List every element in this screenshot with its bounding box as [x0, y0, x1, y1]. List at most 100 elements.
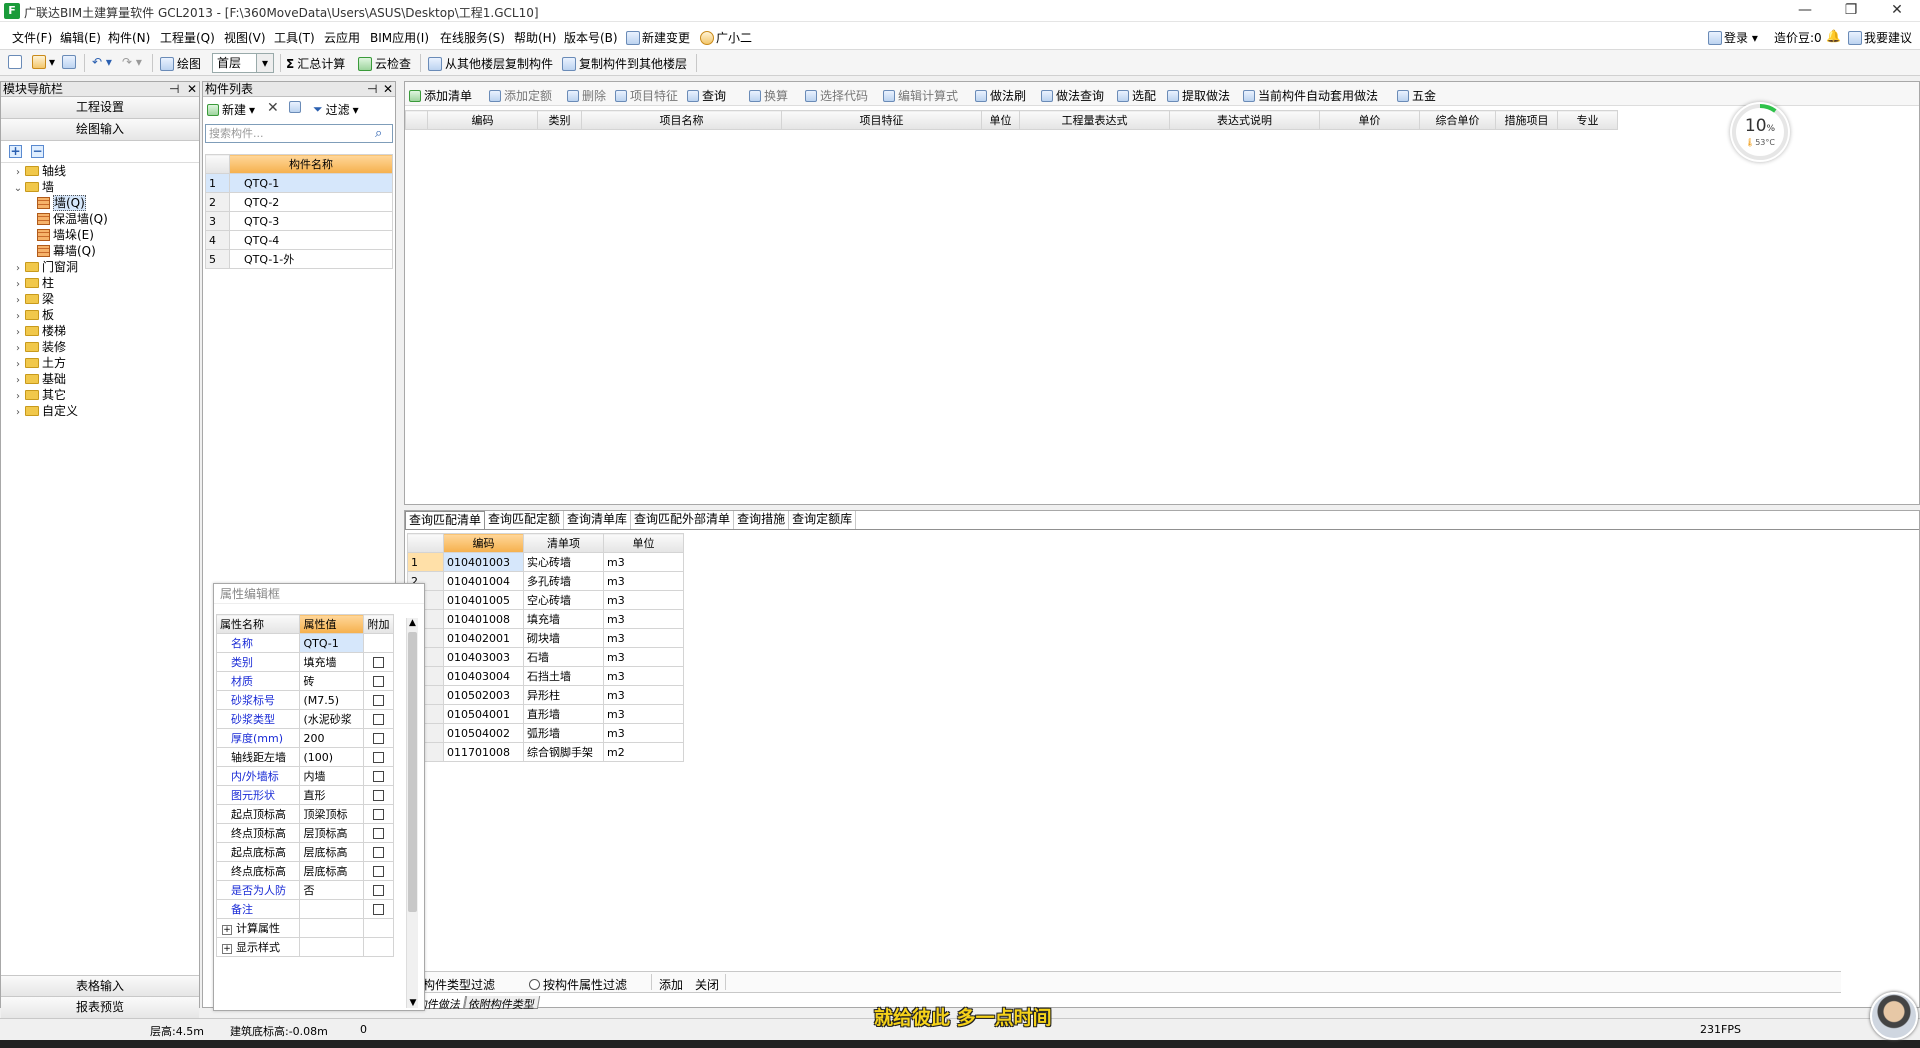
method-col-header[interactable]: 单价 [1319, 110, 1420, 130]
checkbox[interactable] [373, 847, 385, 858]
property-row[interactable]: 内/外墙标 内墙 [215, 766, 394, 786]
menu-cloud[interactable]: 云应用 [324, 29, 360, 46]
draw-button[interactable]: 绘图 [160, 55, 201, 72]
suggest-button[interactable]: 我要建议 [1848, 29, 1912, 46]
property-value-cell[interactable] [299, 937, 365, 957]
expand-all-icon[interactable]: + [9, 145, 22, 158]
unit-cell[interactable]: m3 [603, 552, 684, 572]
new-component-button[interactable]: 新建 ▾ [207, 101, 255, 118]
query-row[interactable]: 3010401005空心砖墙m3 [407, 590, 684, 610]
item-cell[interactable]: 直形墙 [523, 704, 604, 724]
item-cell[interactable]: 石墙 [523, 647, 604, 667]
component-row[interactable]: 3 QTQ-3 [205, 211, 393, 231]
method-col-header[interactable]: 项目特征 [781, 110, 982, 130]
method-col-header[interactable]: 编码 [427, 110, 538, 130]
property-value-cell[interactable]: 层顶标高 [299, 823, 365, 843]
tree-item[interactable]: › 柱 [13, 275, 54, 291]
component-name-cell[interactable]: QTQ-1 [229, 173, 393, 193]
code-cell[interactable]: 010401005 [443, 590, 524, 610]
property-value-cell[interactable]: 顶梁顶标 [299, 804, 365, 824]
copy-from-floor-button[interactable]: 从其他楼层复制构件 [428, 55, 553, 72]
menu-new-change[interactable]: 新建变更 [626, 29, 690, 46]
project-settings-button[interactable]: 工程设置 [1, 97, 199, 119]
property-row[interactable]: 起点底标高 层底标高 [215, 842, 394, 862]
chevron-right-icon[interactable]: › [13, 405, 23, 421]
property-value-cell[interactable]: 直形 [299, 785, 365, 805]
component-row[interactable]: 4 QTQ-4 [205, 230, 393, 250]
property-row[interactable]: 是否为人防否 [215, 880, 394, 900]
query-tab[interactable]: 查询措施 [734, 511, 790, 529]
menu-help[interactable]: 帮助(H) [514, 29, 556, 46]
query-row[interactable]: 9010504001直形墙m3 [407, 704, 684, 724]
checkbox[interactable] [373, 866, 385, 877]
method-tool-7[interactable]: 编辑计算式 [883, 87, 958, 104]
component-search-input[interactable]: 搜索构件... [205, 124, 393, 143]
method-tool-5[interactable]: 换算 [749, 87, 788, 104]
method-tool-4[interactable]: 查询 [687, 87, 726, 104]
tree-item[interactable]: › 其它 [13, 387, 66, 403]
minimize-button[interactable]: — [1782, 0, 1828, 22]
tree-item[interactable]: 幕墙(Q) [37, 243, 96, 259]
item-cell[interactable]: 多孔砖墙 [523, 571, 604, 591]
checkbox[interactable] [373, 714, 385, 725]
save-icon[interactable] [62, 55, 76, 69]
method-col-header[interactable]: 工程量表达式 [1019, 110, 1170, 130]
tree-item[interactable]: › 土方 [13, 355, 66, 371]
item-cell[interactable]: 弧形墙 [523, 723, 604, 743]
unit-cell[interactable]: m3 [603, 647, 684, 667]
code-cell[interactable]: 010403003 [443, 647, 524, 667]
expand-plus-icon[interactable]: + [222, 925, 232, 935]
tree-item[interactable]: › 基础 [13, 371, 66, 387]
menu-tools[interactable]: 工具(T) [274, 29, 315, 46]
code-cell[interactable]: 010401003 [443, 552, 524, 572]
method-col-header[interactable]: 单位 [981, 110, 1020, 130]
query-tab[interactable]: 查询定额库 [789, 511, 857, 529]
method-tool-11[interactable]: 提取做法 [1167, 87, 1230, 104]
code-cell[interactable]: 010504002 [443, 723, 524, 743]
method-col-header[interactable]: 专业 [1557, 110, 1618, 130]
close-icon[interactable]: ✕ [187, 82, 197, 96]
item-cell[interactable]: 石挡土墙 [523, 666, 604, 686]
method-tool-6[interactable]: 选择代码 [805, 87, 868, 104]
code-cell[interactable]: 010401008 [443, 609, 524, 629]
property-row[interactable]: 终点底标高 层底标高 [215, 861, 394, 881]
component-row[interactable]: 2 QTQ-2 [205, 192, 393, 212]
unit-cell[interactable]: m3 [603, 704, 684, 724]
tree-item[interactable]: › 装修 [13, 339, 66, 355]
component-row[interactable]: 1 QTQ-1 [205, 173, 393, 193]
tree-item[interactable]: 墙垛(E) [37, 227, 94, 243]
query-tab[interactable]: 查询匹配清单 [405, 511, 486, 529]
copy-to-floor-button[interactable]: 复制构件到其他楼层 [562, 55, 687, 72]
query-row[interactable]: 8010502003异形柱m3 [407, 685, 684, 705]
menu-version[interactable]: 版本号(B) [564, 29, 618, 46]
checkbox[interactable] [373, 695, 385, 706]
property-value-cell[interactable]: 砖 [299, 671, 365, 691]
method-col-header[interactable]: 措施项目 [1495, 110, 1558, 130]
property-row[interactable]: 名称 QTQ-1 [215, 633, 394, 653]
method-tool-2[interactable]: 删除 [567, 87, 606, 104]
property-value-cell[interactable]: QTQ-1 [299, 633, 365, 653]
tree-item[interactable]: › 梁 [13, 291, 54, 307]
method-tool-3[interactable]: 项目特征 [615, 87, 678, 104]
undo-icon[interactable]: ↶ ▾ [92, 55, 112, 69]
menu-assistant[interactable]: 广小二 [700, 29, 752, 46]
property-row[interactable]: 材质 砖 [215, 671, 394, 691]
property-row[interactable]: 轴线距左墙 (100) [215, 747, 394, 767]
code-cell[interactable]: 010402001 [443, 628, 524, 648]
open-folder-icon[interactable]: ▾ [32, 55, 55, 69]
checkbox[interactable] [373, 733, 385, 744]
close-button[interactable]: ✕ [1874, 0, 1920, 22]
report-preview-button[interactable]: 报表预览 [1, 997, 199, 1019]
query-row[interactable]: 4010401008填充墙m3 [407, 609, 684, 629]
checkbox[interactable] [373, 904, 385, 915]
property-row[interactable]: 类别 填充墙 [215, 652, 394, 672]
unit-cell[interactable]: m3 [603, 723, 684, 743]
checkbox[interactable] [373, 676, 385, 687]
item-cell[interactable]: 填充墙 [523, 609, 604, 629]
tab-attached-types[interactable]: 依附构件类型 [463, 996, 541, 1011]
tree-item[interactable]: › 自定义 [13, 403, 78, 419]
item-cell[interactable]: 异形柱 [523, 685, 604, 705]
property-value-cell[interactable]: 层底标高 [299, 842, 365, 862]
restore-button[interactable]: ❐ [1828, 0, 1874, 22]
pin-icon[interactable]: ⊣ [169, 82, 179, 96]
